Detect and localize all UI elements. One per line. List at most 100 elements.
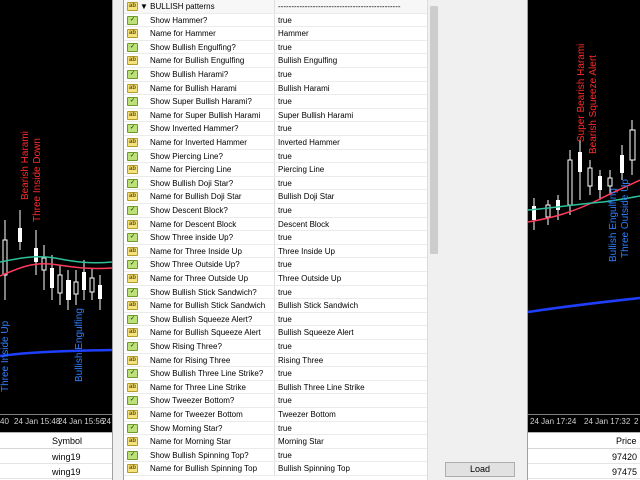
column-separator [274, 340, 275, 353]
parameter-row[interactable]: ✓ Show Three Outside Up? true [124, 258, 428, 272]
parameter-value[interactable]: true [278, 369, 292, 378]
parameter-value[interactable]: Bullish Squeeze Alert [278, 328, 354, 337]
parameter-value[interactable]: true [278, 70, 292, 79]
group-row-bullish-patterns[interactable]: ab ▼ BULLISH patterns ------------------… [124, 0, 428, 14]
table-row[interactable]: wing19 [0, 464, 112, 479]
parameter-value[interactable]: true [278, 315, 292, 324]
bool-icon: ✓ [127, 314, 138, 324]
parameter-value[interactable]: Descent Block [278, 220, 329, 229]
parameter-row[interactable]: ✓ Show Descent Block? true [124, 204, 428, 218]
parameter-value[interactable]: true [278, 124, 292, 133]
parameter-value[interactable]: Tweezer Bottom [278, 410, 336, 419]
parameter-row[interactable]: ab Name for Bullish Spinning Top Bullish S… [124, 462, 428, 476]
parameter-row[interactable]: ab Name for Bullish Harami Bullish Harami [124, 81, 428, 96]
label-three-inside-up: Three Inside Up [0, 320, 11, 392]
scrollbar-thumb[interactable] [430, 6, 438, 254]
column-separator [274, 448, 275, 462]
parameter-value[interactable]: Bullish Stick Sandwich [278, 301, 358, 310]
parameter-row[interactable]: ✓ Show Bullish Doji Star? true [124, 176, 428, 191]
parameter-value[interactable]: Super Bullish Harami [278, 111, 353, 120]
parameters-grid: ab ▼ BULLISH patterns ------------------… [123, 0, 551, 480]
parameter-row[interactable]: ab Name for Bullish Stick Sandwich Bullish… [124, 299, 428, 313]
column-separator [274, 394, 275, 407]
price-chart-left[interactable]: Bearish Harami Three Inside Down Three I… [0, 0, 112, 432]
parameter-value[interactable]: true [278, 424, 292, 433]
parameter-value[interactable]: Bullish Harami [278, 84, 330, 93]
parameter-row[interactable]: ab Name for Inverted Hammer Inverted Hamme… [124, 136, 428, 150]
parameter-value[interactable]: Rising Three [278, 356, 323, 365]
label-super-bearish-harami: Super Bearish Harami [576, 43, 587, 142]
parameter-name: Name for Rising Three [150, 355, 231, 365]
parameter-name: Show Tweezer Bottom? [150, 396, 235, 406]
parameter-row[interactable]: ab Name for Piercing Line Piercing Line [124, 163, 428, 177]
parameter-row[interactable]: ab Name for Super Bullish Harami Super Bul… [124, 108, 428, 123]
parameter-row[interactable]: ✓ Show Inverted Hammer? true [124, 122, 428, 136]
table-row[interactable]: wing19 [0, 449, 112, 464]
parameter-row[interactable]: ab Name for Descent Block Descent Block [124, 217, 428, 232]
parameter-value[interactable]: true [278, 179, 292, 188]
parameters-list[interactable]: ab ▼ BULLISH patterns ------------------… [123, 0, 439, 480]
column-separator [274, 421, 275, 435]
parameter-value[interactable]: true [278, 206, 292, 215]
parameter-value[interactable]: true [278, 288, 292, 297]
parameter-value[interactable]: Bullish Three Line Strike [278, 383, 365, 392]
parameter-value[interactable]: Hammer [278, 29, 309, 38]
parameter-row[interactable]: ab Name for Tweezer Bottom Tweezer Bottom [124, 408, 428, 422]
string-icon: ab [127, 328, 138, 338]
chart-left-canvas [0, 210, 112, 358]
inputs-dialog: ab ▼ BULLISH patterns ------------------… [112, 0, 528, 480]
parameter-row[interactable]: ✓ Show Rising Three? true [124, 340, 428, 354]
bool-icon: ✓ [127, 233, 138, 243]
parameter-row[interactable]: ab Name for Morning Star Morning Star [124, 435, 428, 449]
parameter-value[interactable]: Bullish Spinning Top [278, 464, 350, 473]
column-separator [274, 95, 275, 108]
parameter-row[interactable]: ✓ Show Super Bullish Harami? true [124, 95, 428, 109]
parameter-row[interactable]: ab Name for Bullish Engulfing Bullish Engu… [124, 54, 428, 68]
parameter-row[interactable]: ab Name for Three Line Strike Bullish Thre… [124, 380, 428, 395]
parameter-value[interactable]: true [278, 451, 292, 460]
parameter-name: Show Descent Block? [150, 206, 228, 215]
parameter-name: Name for Descent Block [150, 219, 237, 229]
parameter-value[interactable]: true [278, 97, 292, 106]
parameter-value[interactable]: Three Inside Up [278, 247, 335, 256]
parameter-row[interactable]: ✓ Show Three inside Up? true [124, 231, 428, 245]
parameter-row[interactable]: ✓ Show Bullish Stick Sandwich? true [124, 285, 428, 300]
parameter-value[interactable]: true [278, 16, 292, 25]
parameter-row[interactable]: ab Name for Rising Three Rising Three [124, 353, 428, 368]
parameter-name: Show Three inside Up? [150, 233, 234, 243]
parameter-row[interactable]: ✓ Show Piercing Line? true [124, 149, 428, 164]
parameter-row[interactable]: ab Name for Bullish Doji Star Bullish Doji… [124, 190, 428, 204]
parameter-row[interactable]: ab Name for Hammer Hammer [124, 27, 428, 41]
parameter-value[interactable]: true [278, 260, 292, 269]
parameter-row[interactable]: ✓ Show Hammer? true [124, 13, 428, 28]
load-button[interactable]: Load [445, 462, 515, 477]
parameter-row[interactable]: ab Name for Bullish Squeeze Alert Bullish … [124, 326, 428, 340]
column-header-symbol[interactable]: Symbol [0, 433, 112, 449]
parameter-value[interactable]: Bullish Engulfing [278, 56, 337, 65]
parameter-row[interactable]: ab Name for Three Outside Up Three Outside… [124, 272, 428, 286]
parameter-name: Name for Tweezer Bottom [150, 410, 243, 419]
parameter-row[interactable]: ✓ Show Bullish Squeeze Alert? true [124, 312, 428, 327]
column-separator [274, 68, 275, 81]
parameter-value[interactable]: Bullish Doji Star [278, 192, 334, 201]
parameter-row[interactable]: ✓ Show Bullish Three Line Strike? true [124, 367, 428, 381]
bool-icon: ✓ [127, 178, 138, 188]
parameter-row[interactable]: ✓ Show Bullish Spinning Top? true [124, 448, 428, 463]
parameter-value[interactable]: true [278, 233, 292, 242]
parameter-row[interactable]: ✓ Show Tweezer Bottom? true [124, 394, 428, 408]
parameter-value[interactable]: Three Outside Up [278, 274, 341, 283]
parameter-value[interactable]: Inverted Hammer [278, 138, 340, 147]
vertical-scrollbar[interactable] [427, 0, 439, 480]
parameter-value[interactable]: true [278, 43, 292, 52]
parameter-value[interactable]: true [278, 342, 292, 351]
time-label: 24 Jan 15:48 [14, 417, 61, 426]
parameter-row[interactable]: ab Name for Three Inside Up Three Inside U… [124, 244, 428, 259]
parameter-value[interactable]: true [278, 152, 292, 161]
parameter-value[interactable]: Morning Star [278, 437, 324, 446]
parameter-row[interactable]: ✓ Show Bullish Engulfing? true [124, 40, 428, 55]
parameter-value[interactable]: true [278, 396, 292, 405]
parameter-name: Show Rising Three? [150, 342, 222, 351]
parameter-row[interactable]: ✓ Show Bullish Harami? true [124, 68, 428, 82]
parameter-value[interactable]: Piercing Line [278, 165, 324, 174]
parameter-row[interactable]: ✓ Show Morning Star? true [124, 421, 428, 436]
